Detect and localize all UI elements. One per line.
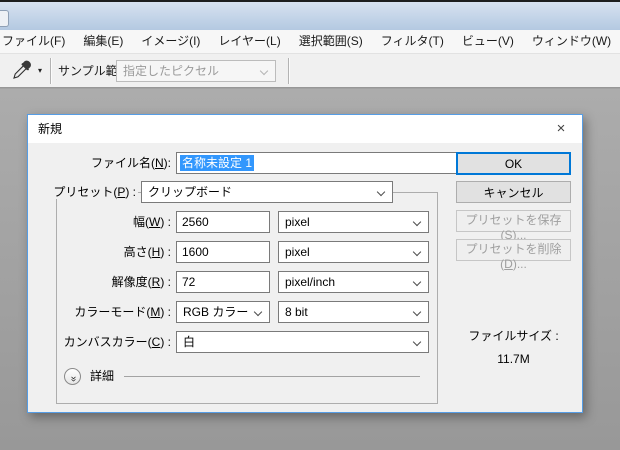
height-unit-select[interactable]: pixel [278, 241, 429, 263]
menu-layer[interactable]: レイヤー(L) [209, 30, 289, 53]
menu-file[interactable]: ファイル(F) [0, 30, 74, 53]
advanced-divider [124, 376, 420, 377]
double-chevron-down-icon: » [66, 376, 80, 382]
delete-preset-button: プリセットを削除(D)... [456, 239, 571, 261]
advanced-label: 詳細 [90, 368, 114, 385]
menu-filter[interactable]: フィルタ(T) [372, 30, 453, 53]
cancel-button[interactable]: キャンセル [456, 181, 571, 203]
height-label: 高さ(H) : [28, 241, 171, 263]
filename-label: ファイル名(N): [28, 152, 171, 174]
eyedropper-icon [11, 69, 33, 84]
chevron-down-icon [377, 188, 385, 196]
color-mode-select[interactable]: RGB カラー [176, 301, 270, 323]
width-label: 幅(W) : [28, 211, 171, 233]
height-unit-value: pixel [285, 245, 310, 259]
advanced-expander-button[interactable]: » [64, 368, 81, 385]
chevron-down-icon [413, 278, 421, 286]
height-input[interactable] [176, 241, 270, 263]
window-titlebar[interactable] [0, 2, 620, 30]
eyedropper-tool-button[interactable] [8, 59, 36, 83]
width-unit-select[interactable]: pixel [278, 211, 429, 233]
dialog-title: 新規 [38, 115, 62, 143]
file-size-label: ファイルサイズ : [456, 327, 571, 344]
app-icon [0, 10, 9, 27]
menu-view[interactable]: ビュー(V) [453, 30, 523, 53]
preset-label: プリセット(P) : [28, 181, 138, 203]
preset-select[interactable]: クリップボード [141, 181, 393, 203]
width-unit-value: pixel [285, 215, 310, 229]
chevron-down-icon [413, 248, 421, 256]
menu-edit[interactable]: 編集(E) [74, 30, 132, 53]
canvas-color-label: カンバスカラー(C) : [28, 331, 171, 353]
preset-value: クリップボード [148, 185, 232, 199]
chevron-down-icon [413, 218, 421, 226]
new-document-dialog: 新規 × ファイル名(N): 名称未設定 1 OK プリセット(P) : クリッ… [27, 114, 583, 413]
sample-scope-select: 指定したピクセル [116, 60, 276, 82]
filename-selected-text: 名称未設定 1 [180, 155, 254, 171]
toolbar-separator [50, 58, 51, 84]
close-icon[interactable]: × [546, 115, 576, 143]
photoshop-window: ファイル(F) 編集(E) イメージ(I) レイヤー(L) 選択範囲(S) フィ… [0, 0, 620, 450]
menubar: ファイル(F) 編集(E) イメージ(I) レイヤー(L) 選択範囲(S) フィ… [0, 30, 620, 53]
save-preset-button: プリセットを保存(S)... [456, 210, 571, 232]
canvas-color-select[interactable]: 白 [176, 331, 429, 353]
chevron-down-icon [260, 67, 268, 75]
resolution-unit-select[interactable]: pixel/inch [278, 271, 429, 293]
resolution-unit-value: pixel/inch [285, 275, 335, 289]
tool-options-bar: ▾ サンプル範囲: 指定したピクセル [0, 53, 620, 88]
menu-image[interactable]: イメージ(I) [132, 30, 209, 53]
bit-depth-select[interactable]: 8 bit [278, 301, 429, 323]
chevron-down-icon [413, 308, 421, 316]
resolution-input[interactable] [176, 271, 270, 293]
tool-preset-arrow-icon[interactable]: ▾ [38, 66, 42, 76]
menu-window[interactable]: ウィンドウ(W) [523, 30, 620, 53]
color-mode-value: RGB カラー [183, 305, 248, 319]
resolution-label: 解像度(R) : [28, 271, 171, 293]
dialog-titlebar[interactable]: 新規 × [28, 115, 582, 143]
sample-scope-value: 指定したピクセル [123, 64, 219, 78]
canvas-color-value: 白 [183, 335, 195, 349]
filename-input[interactable]: 名称未設定 1 [176, 152, 457, 174]
toolbar-separator [288, 58, 289, 84]
width-input[interactable] [176, 211, 270, 233]
chevron-down-icon [254, 308, 262, 316]
bit-depth-value: 8 bit [285, 305, 308, 319]
chevron-down-icon [413, 338, 421, 346]
file-size-value: 11.7M [456, 352, 571, 366]
menu-select[interactable]: 選択範囲(S) [290, 30, 372, 53]
ok-button[interactable]: OK [456, 152, 571, 175]
color-mode-label: カラーモード(M) : [28, 301, 171, 323]
